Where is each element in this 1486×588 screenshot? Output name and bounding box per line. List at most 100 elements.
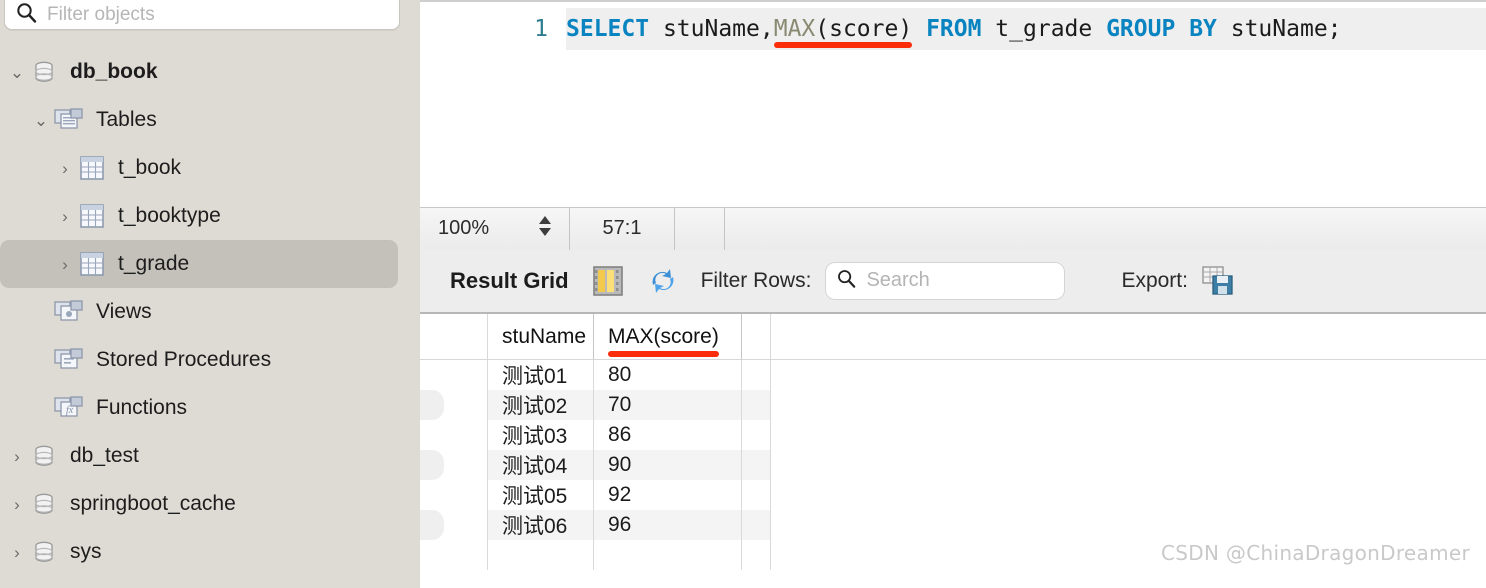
chevron-right-icon[interactable]: › [4, 448, 30, 465]
tree-item-t_booktype[interactable]: › t_booktype [0, 192, 420, 240]
tree-item-stored-procedures[interactable]: Stored Procedures [0, 336, 420, 384]
cell-score[interactable]: 70 [594, 390, 742, 420]
cell-stuName-empty[interactable] [488, 540, 594, 570]
column-header-stuName[interactable]: stuName [488, 314, 594, 359]
sql-editor[interactable]: 1 SELECT stuName, MAX(score) FROM t_grade… [420, 0, 1486, 207]
table-row[interactable]: 测试06 96 [420, 510, 1486, 540]
chevron-right-icon[interactable]: › [4, 544, 30, 561]
cell-stuName[interactable]: 测试06 [488, 510, 594, 540]
chevron-right-icon[interactable]: › [52, 160, 78, 177]
refresh-icon[interactable] [647, 265, 679, 297]
cell-spacer [742, 390, 771, 420]
table-icon [78, 154, 106, 182]
chevron-right-icon[interactable]: › [52, 256, 78, 273]
max-score-annotation: MAX(score) [773, 16, 913, 48]
cell-spacer [742, 360, 771, 390]
grid-empty-header-area [771, 314, 1486, 359]
table-icon [78, 202, 106, 230]
sql-editor-line-1[interactable]: 1 SELECT stuName, MAX(score) FROM t_grade… [420, 8, 1486, 50]
column-header-label: stuName [502, 324, 587, 348]
row-number[interactable] [444, 420, 488, 450]
tree-item-functions[interactable]: fx Functions [0, 384, 420, 432]
tree-item-label: sys [70, 540, 102, 563]
result-grid-toolbar: Result Grid Filter Rows: Search Export: [420, 249, 1486, 314]
row-selector[interactable] [420, 540, 444, 570]
row-selector[interactable] [420, 420, 444, 450]
cell-score[interactable]: 86 [594, 420, 742, 450]
editor-status-bar: 100% 57:1 [420, 207, 1486, 250]
chevron-right-icon[interactable]: › [52, 208, 78, 225]
sql-token-plain: (score) [815, 16, 913, 42]
cell-score[interactable]: 80 [594, 360, 742, 390]
tree-item-sys[interactable]: › sys [0, 528, 420, 576]
row-number[interactable] [444, 510, 488, 540]
search-input[interactable]: Search [825, 261, 1066, 300]
export-save-icon[interactable] [1202, 265, 1236, 297]
tree-item-t_grade[interactable]: › t_grade [0, 240, 398, 288]
table-row[interactable]: 测试05 92 [420, 480, 1486, 510]
tree-item-t_book[interactable]: › t_book [0, 144, 420, 192]
query-editor-panel: 1 SELECT stuName, MAX(score) FROM t_grade… [420, 0, 1486, 588]
table-row[interactable]: 测试04 90 [420, 450, 1486, 480]
cell-score[interactable]: 92 [594, 480, 742, 510]
row-selector[interactable] [420, 510, 444, 540]
cell-stuName[interactable]: 测试02 [488, 390, 594, 420]
table-row[interactable]: 测试02 70 [420, 390, 1486, 420]
schema-navigator-sidebar: Filter objects ⌄ db_book ⌄ Tables › t_bo… [0, 0, 420, 588]
cell-spacer [742, 540, 771, 570]
row-selector[interactable] [420, 480, 444, 510]
database-icon [30, 58, 58, 86]
column-header-max-score[interactable]: MAX(score) [594, 314, 742, 359]
column-header-spacer [742, 314, 771, 359]
cell-empty [771, 390, 1486, 420]
tree-item-tables[interactable]: ⌄ Tables [0, 96, 420, 144]
cell-score[interactable]: 96 [594, 510, 742, 540]
cell-spacer [742, 510, 771, 540]
table-row[interactable]: 测试01 80 [420, 360, 1486, 390]
cell-stuName[interactable]: 测试01 [488, 360, 594, 390]
row-number-header [444, 314, 488, 359]
row-selector[interactable] [420, 450, 444, 480]
sql-token-plain [912, 16, 926, 42]
sql-token-keyword: BY [1189, 16, 1217, 42]
grid-columns-icon[interactable] [592, 265, 623, 297]
chevron-down-icon[interactable]: ⌄ [4, 64, 30, 81]
sql-token-plain: t_grade [981, 16, 1107, 42]
table-row[interactable]: 测试03 86 [420, 420, 1486, 450]
filter-objects-field[interactable]: Filter objects [4, 0, 400, 30]
row-number[interactable] [444, 390, 488, 420]
grid-header-row: stuName MAX(score) [420, 314, 1486, 360]
cell-empty [771, 420, 1486, 450]
csdn-watermark: CSDN @ChinaDragonDreamer [1161, 541, 1470, 565]
cell-empty [771, 360, 1486, 390]
tree-item-views[interactable]: Views [0, 288, 420, 336]
cell-score[interactable]: 90 [594, 450, 742, 480]
tree-item-label: t_book [118, 156, 182, 179]
cell-stuName[interactable]: 测试03 [488, 420, 594, 450]
row-selector[interactable] [420, 360, 444, 390]
cell-stuName[interactable]: 测试05 [488, 480, 594, 510]
row-number[interactable] [444, 480, 488, 510]
row-number[interactable] [444, 360, 488, 390]
chevron-down-icon[interactable]: ⌄ [28, 112, 54, 129]
cell-empty [771, 450, 1486, 480]
cell-stuName[interactable]: 测试04 [488, 450, 594, 480]
mysql-workbench-window: Filter objects ⌄ db_book ⌄ Tables › t_bo… [0, 0, 1486, 588]
cell-spacer [742, 420, 771, 450]
tree-item-label: Views [96, 300, 152, 323]
row-number[interactable] [444, 540, 488, 570]
cell-spacer [742, 480, 771, 510]
chevron-right-icon[interactable]: › [4, 496, 30, 513]
zoom-level-control[interactable]: 100% [420, 207, 570, 250]
folder-functions-icon: fx [54, 395, 84, 421]
tree-item-springboot_cache[interactable]: › springboot_cache [0, 480, 420, 528]
row-selector[interactable] [420, 390, 444, 420]
stepper-up-down-icon[interactable] [535, 213, 555, 245]
tree-item-label: t_booktype [118, 204, 221, 227]
tree-item-db_book[interactable]: ⌄ db_book [0, 48, 420, 96]
row-number[interactable] [444, 450, 488, 480]
cell-score-empty[interactable] [594, 540, 742, 570]
tree-item-db_test[interactable]: › db_test [0, 432, 420, 480]
sql-statement[interactable]: SELECT stuName, MAX(score) FROM t_grade G… [566, 8, 1486, 50]
result-grid[interactable]: stuName MAX(score) 测试01 80 测试02 70 测试03 … [420, 314, 1486, 577]
